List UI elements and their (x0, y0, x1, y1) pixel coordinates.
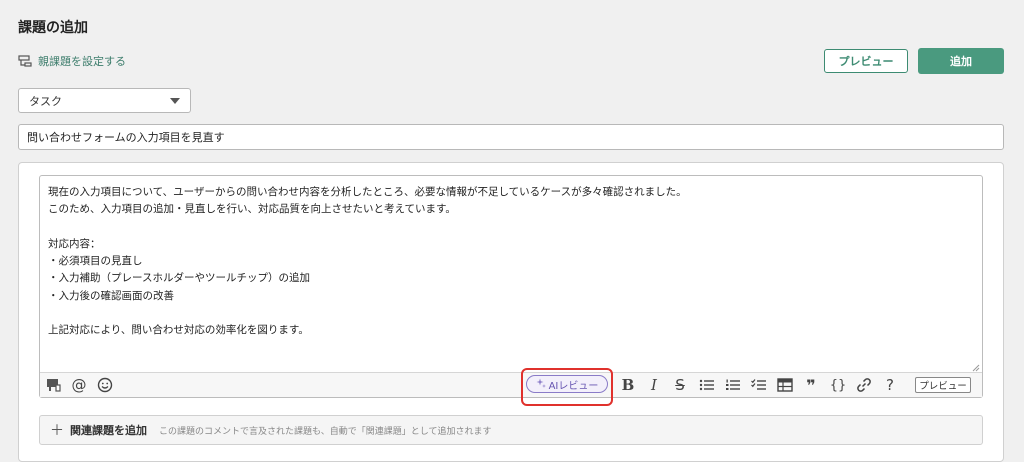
related-issue-label: 関連課題を追加 (70, 424, 147, 437)
summary-input[interactable]: 問い合わせフォームの入力項目を見直す (18, 124, 1004, 150)
plus-icon: ＋ (50, 423, 64, 439)
description-editor[interactable]: 現在の入力項目について、ユーザーからの問い合わせ内容を分析したところ、必要な情報… (39, 175, 983, 398)
add-related-issue-bar[interactable]: ＋ 関連課題を追加 この課題のコメントで言及された課題も、自動で「関連課題」とし… (39, 415, 983, 445)
emoji-icon[interactable] (96, 376, 114, 394)
ai-review-highlight (521, 368, 613, 406)
numbered-list-icon[interactable] (724, 376, 742, 394)
bold-icon[interactable]: B (620, 376, 636, 394)
strikethrough-icon[interactable]: S (672, 376, 688, 394)
issue-type-select[interactable]: タスク (18, 88, 191, 113)
code-icon[interactable]: {} (828, 376, 848, 394)
parent-issue-icon (18, 55, 32, 67)
preview-button[interactable]: プレビュー (824, 49, 908, 73)
description-text[interactable]: 現在の入力項目について、ユーザーからの問い合わせ内容を分析したところ、必要な情報… (48, 184, 974, 340)
add-button[interactable]: 追加 (918, 48, 1004, 74)
mention-icon[interactable]: @ (70, 376, 88, 394)
related-issue-description: この課題のコメントで言及された課題も、自動で「関連課題」として追加されます (159, 426, 492, 437)
bullet-list-icon[interactable] (698, 376, 716, 394)
help-icon[interactable]: ? (882, 376, 898, 394)
page-title: 課題の追加 (18, 20, 88, 36)
chevron-down-icon (170, 98, 180, 104)
link-icon[interactable] (855, 376, 873, 394)
resize-handle-icon[interactable] (972, 364, 980, 372)
editor-preview-button[interactable]: プレビュー (915, 377, 971, 393)
checklist-icon[interactable] (750, 376, 768, 394)
set-parent-issue-link[interactable]: 親課題を設定する (18, 53, 126, 69)
table-icon[interactable] (776, 376, 794, 394)
issue-type-value: タスク (29, 94, 62, 108)
italic-icon[interactable]: I (646, 376, 662, 394)
parent-link-label: 親課題を設定する (38, 55, 126, 68)
quote-icon[interactable]: ❞ (802, 376, 820, 395)
editor-toolbar: @ AIレビュー B I S ❞ {} ? プレビュー (40, 372, 982, 397)
attachment-icon[interactable] (44, 376, 62, 394)
